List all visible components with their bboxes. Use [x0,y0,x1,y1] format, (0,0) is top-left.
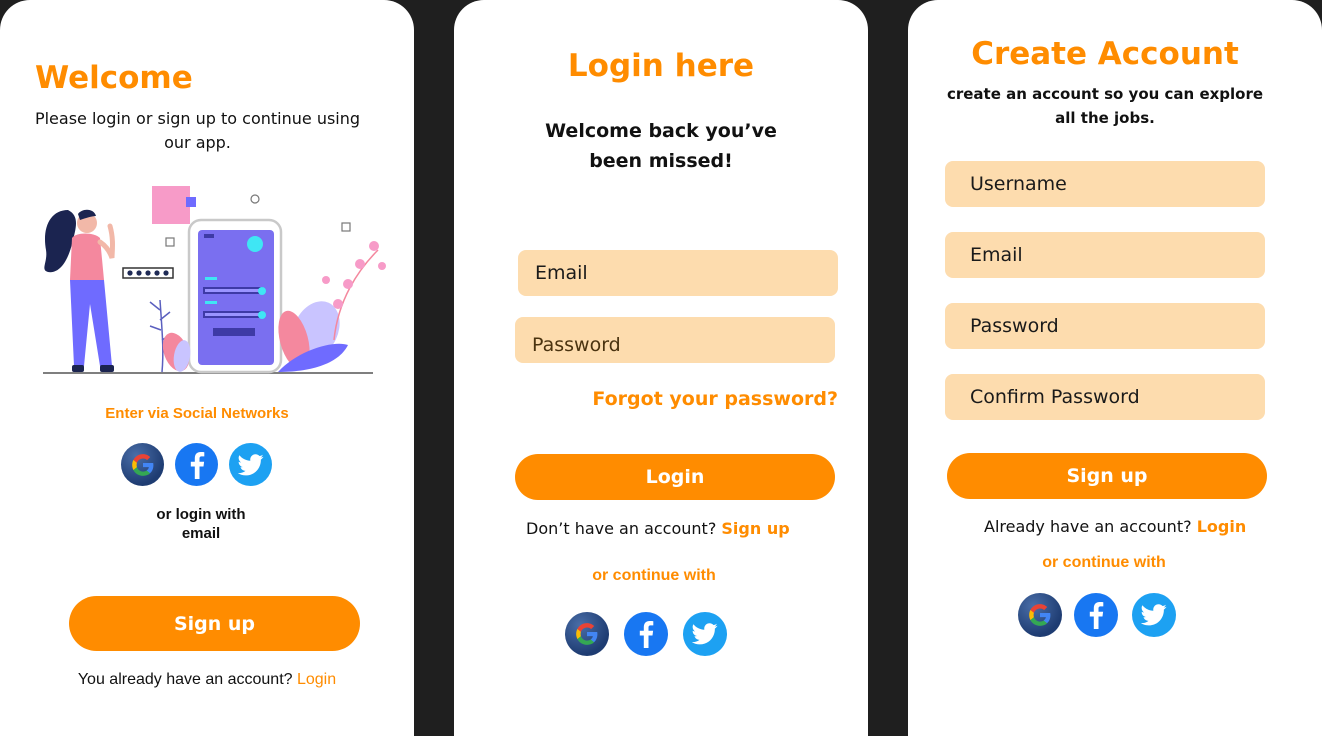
password-field[interactable] [515,317,835,363]
login-screen: Login here Welcome back you’ve been miss… [454,0,868,736]
social-heading: Enter via Social Networks [105,405,289,422]
google-icon[interactable] [121,443,164,486]
twitter-icon[interactable] [1132,593,1176,637]
or-login-with-email: or login with email [0,505,402,543]
facebook-icon[interactable] [624,612,668,656]
facebook-icon[interactable] [175,443,218,486]
facebook-f-icon [639,621,654,648]
or-login-line2: email [181,525,221,542]
or-login-line1: or login with [156,506,246,523]
person-with-phone-illustration [43,186,386,374]
signup-link[interactable]: Sign up [721,519,789,538]
twitter-bird-icon [237,453,264,475]
twitter-icon[interactable] [683,612,727,656]
no-account-row: Don’t have an account? Sign up [526,519,790,538]
facebook-f-icon [190,451,204,479]
email-field[interactable] [518,250,838,296]
forgot-password-link[interactable]: Forgot your password? [592,388,838,410]
login-subtitle: Welcome back you’ve been missed! [454,116,868,176]
have-account-row: You already have an account? Login [0,671,414,689]
continue-with-label: or continue with [592,567,716,584]
have-account-text: Already have an account? [984,517,1192,536]
google-g-icon [576,623,598,645]
email-field[interactable] [945,232,1265,278]
welcome-subtitle: Please login or sign up to continue usin… [34,109,361,152]
google-icon[interactable] [565,612,609,656]
create-account-screen: Create Account create an account so you … [908,0,1322,736]
login-subtitle-line1: Welcome back you’ve [545,120,777,142]
have-account-text: You already have an account? [77,671,293,688]
facebook-f-icon [1089,602,1104,629]
no-account-text: Don’t have an account? [526,519,717,538]
login-title: Login here [567,48,755,84]
google-g-icon [131,453,153,476]
password-field[interactable] [945,303,1265,349]
welcome-title: Welcome [35,60,193,96]
create-subtitle: create an account so you can explore all… [946,85,1264,127]
login-button[interactable]: Login [515,454,835,500]
welcome-screen: Welcome Please login or sign up to conti… [0,0,414,736]
login-link[interactable]: Login [297,671,336,688]
login-link[interactable]: Login [1197,517,1247,536]
signup-button[interactable]: Sign up [69,596,360,651]
twitter-bird-icon [1141,604,1167,626]
continue-with-label: or continue with [1042,554,1166,571]
login-subtitle-line2: been missed! [589,150,733,172]
twitter-icon[interactable] [229,443,272,486]
twitter-bird-icon [692,623,718,645]
confirm-password-field[interactable] [945,374,1265,420]
create-title: Create Account [971,36,1239,72]
have-account-row: Already have an account? Login [984,517,1246,536]
google-g-icon [1029,604,1051,626]
signup-button[interactable]: Sign up [947,453,1267,499]
google-icon[interactable] [1018,593,1062,637]
facebook-icon[interactable] [1074,593,1118,637]
username-field[interactable] [945,161,1265,207]
